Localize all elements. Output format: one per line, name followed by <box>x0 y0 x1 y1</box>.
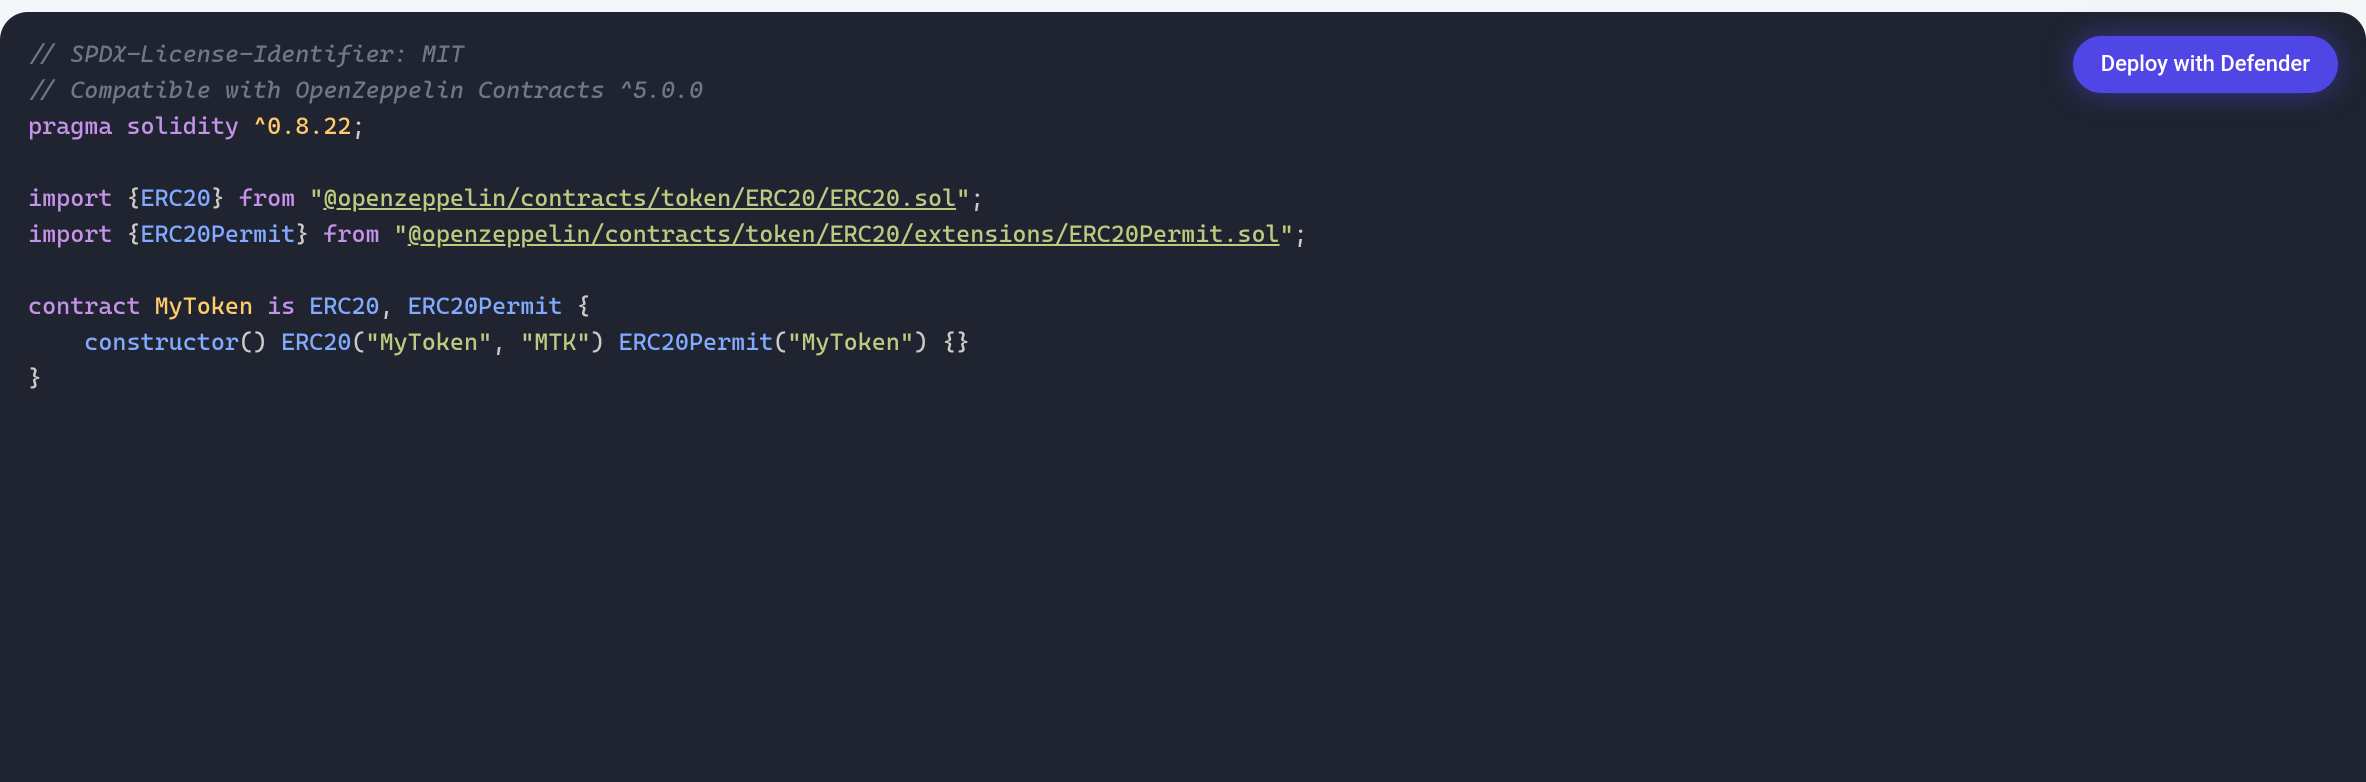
code-type: ERC20Permit <box>408 292 563 320</box>
code-keyword: import <box>28 184 112 212</box>
code-punct: { <box>112 184 140 212</box>
code-type: ERC20Permit <box>141 220 296 248</box>
code-keyword: pragma <box>28 112 112 140</box>
code-keyword: contract <box>28 292 141 320</box>
code-string: "MyToken" <box>366 328 493 356</box>
code-punct: ) <box>591 328 605 356</box>
code-punct: ( <box>351 328 365 356</box>
code-type: ERC20 <box>281 328 351 356</box>
code-punct: ( <box>773 328 787 356</box>
code-punct: ; <box>351 112 365 140</box>
code-punct: ) <box>914 328 928 356</box>
code-type: ERC20 <box>141 184 211 212</box>
code-indent <box>28 328 84 356</box>
code-punct: { <box>562 292 590 320</box>
code-import-path[interactable]: @openzeppelin/contracts/token/ERC20/ERC2… <box>323 184 956 212</box>
code-string: "MTK" <box>520 328 590 356</box>
code-string: " <box>956 184 970 212</box>
code-keyword: from <box>323 220 379 248</box>
code-comment: // Compatible with OpenZeppelin Contract… <box>28 76 703 104</box>
code-punct: } <box>295 220 309 248</box>
code-punct: } <box>211 184 225 212</box>
code-keyword: is <box>267 292 295 320</box>
code-version: ^0.8.22 <box>253 112 351 140</box>
code-keyword: from <box>239 184 295 212</box>
code-import-path[interactable]: @openzeppelin/contracts/token/ERC20/exte… <box>408 220 1280 248</box>
code-keyword: import <box>28 220 112 248</box>
code-comment: // SPDX-License-Identifier: MIT <box>28 40 464 68</box>
deploy-with-defender-button[interactable]: Deploy with Defender <box>2073 36 2338 93</box>
code-editor-panel: Deploy with Defender // SPDX-License-Ide… <box>0 12 2366 782</box>
code-punct: } <box>28 364 42 392</box>
code-contract-name: MyToken <box>141 292 254 320</box>
code-constructor: constructor <box>84 328 239 356</box>
code-punct: ; <box>1294 220 1308 248</box>
code-punct: { <box>112 220 140 248</box>
code-punct: () <box>239 328 267 356</box>
code-type: ERC20 <box>309 292 379 320</box>
code-punct: , <box>380 292 408 320</box>
code-content[interactable]: // SPDX-License-Identifier: MIT // Compa… <box>28 36 2338 396</box>
code-string: " <box>1280 220 1294 248</box>
code-keyword: solidity <box>126 112 239 140</box>
code-string: " <box>295 184 323 212</box>
code-punct: {} <box>928 328 970 356</box>
code-punct: , <box>492 328 520 356</box>
code-string: "MyToken" <box>787 328 914 356</box>
code-string: " <box>380 220 408 248</box>
code-punct: ; <box>970 184 984 212</box>
code-type: ERC20Permit <box>619 328 774 356</box>
